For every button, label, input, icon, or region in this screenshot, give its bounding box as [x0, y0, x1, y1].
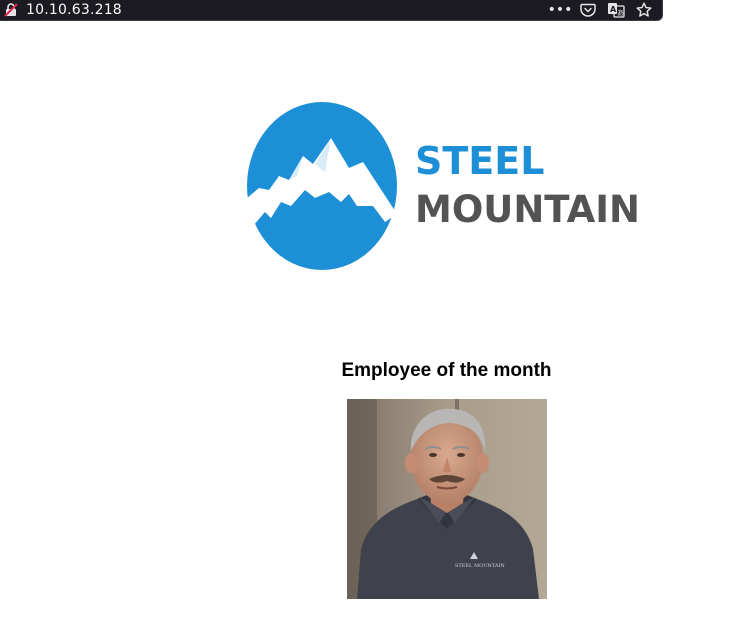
logo-text-steel: STEEL — [415, 139, 545, 183]
employee-of-month-heading: Employee of the month — [341, 360, 552, 381]
page-content: STEEL MOUNTAIN Employee of the month STE… — [0, 29, 735, 620]
mountain-emblem-icon — [247, 102, 397, 270]
translate-icon[interactable]: A あ — [606, 1, 626, 19]
browser-toolbar: 10.10.63.218 ••• A あ — [0, 0, 735, 29]
bookmark-star-icon[interactable] — [634, 1, 654, 19]
svg-text:あ: あ — [617, 9, 624, 17]
shirt-logo-text: STEEL MOUNTAIN — [455, 563, 505, 569]
url-bar[interactable]: 10.10.63.218 ••• A あ — [0, 0, 663, 21]
url-actions: ••• A あ — [548, 1, 654, 19]
insecure-lock-icon[interactable] — [4, 3, 18, 17]
url-text[interactable]: 10.10.63.218 — [26, 1, 122, 19]
steel-mountain-logo: STEEL MOUNTAIN — [245, 102, 640, 272]
logo-text-mountain: MOUNTAIN — [415, 188, 641, 231]
svg-text:A: A — [610, 5, 617, 14]
employee-photo: STEEL MOUNTAIN — [347, 399, 547, 599]
pocket-icon[interactable] — [578, 1, 598, 19]
more-icon[interactable]: ••• — [548, 1, 573, 19]
